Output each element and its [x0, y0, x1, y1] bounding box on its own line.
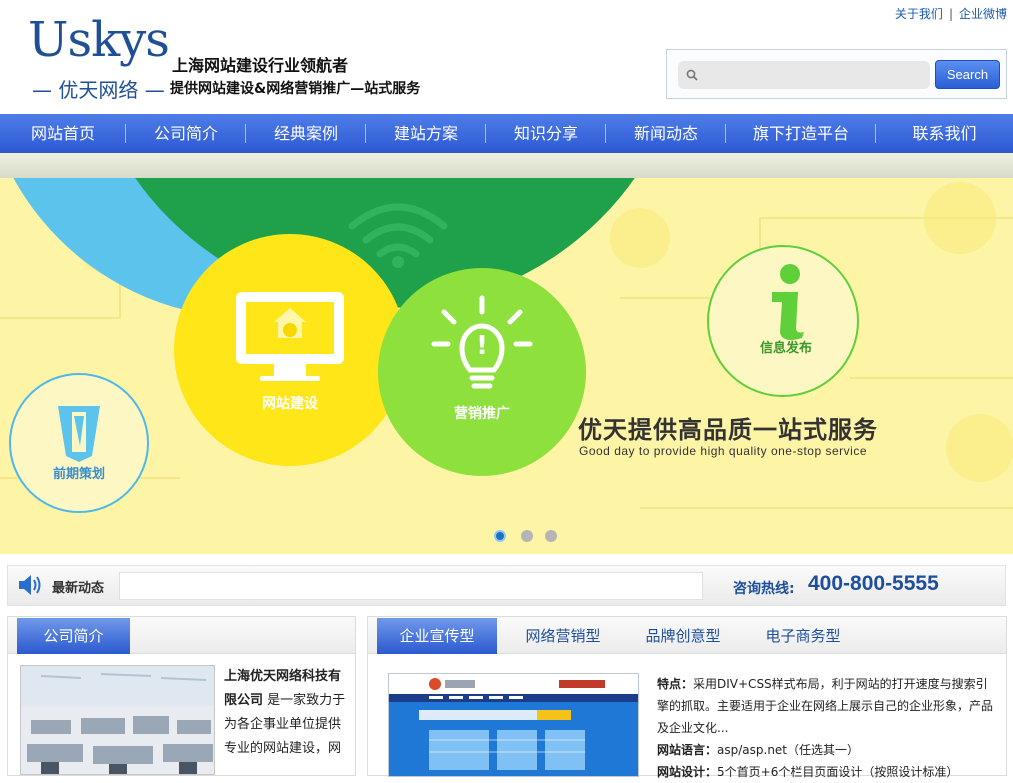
design-row: 网站设计：5个首页+6个栏目页面设计（按照设计标准） [657, 761, 997, 783]
language-text: asp/asp.net（任选其一） [717, 743, 860, 757]
header: Uskys — 优天网络 — 上海网站建设行业领航者 提供网站建设&网络营销推广… [0, 0, 1013, 114]
search-box: Search [666, 49, 1007, 99]
news-ticker[interactable] [119, 572, 703, 600]
case-types-header: 企业宣传型 网络营销型 品牌创意型 电子商务型 [368, 617, 1006, 654]
nav-item-solutions[interactable]: 建站方案 [366, 114, 486, 153]
hotline-label: 咨询热线: [733, 581, 795, 597]
nav-item-platforms[interactable]: 旗下打造平台 [726, 114, 876, 153]
company-intro-panel: 公司简介 上海优天网络科技有限公司 是一家致力于为各企事业单位提供专业的网站建设… [7, 616, 356, 776]
company-weibo-link[interactable]: 企业微博 [959, 7, 1007, 21]
hero-banner[interactable]: 前期策划 网站建设 ! 营销推广 信息发布 优天提供高品质一站式服务 Good … [0, 178, 1013, 554]
link-separator: | [948, 7, 953, 21]
hotline-number: 400-800-5555 [808, 572, 939, 595]
nav-item-company[interactable]: 公司简介 [126, 114, 246, 153]
case-description: 特点：采用DIV+CSS样式布局，利于网站的打开速度与搜索引擎的抓取。主要适用于… [657, 673, 997, 783]
tab-brand-creative[interactable]: 品牌创意型 [627, 618, 739, 654]
nav-item-home[interactable]: 网站首页 [0, 114, 126, 153]
planning-circle[interactable]: 前期策划 [8, 372, 150, 514]
slide-dot-2[interactable] [521, 530, 533, 542]
speaker-icon [19, 575, 41, 595]
latest-news-label: 最新动态 [52, 581, 105, 596]
about-us-link[interactable]: 关于我们 [895, 7, 943, 21]
feature-label: 特点： [657, 677, 694, 691]
news-bar: 最新动态 咨询热线: 400-800-5555 [7, 565, 1006, 606]
search-icon [686, 69, 698, 81]
office-photo [20, 665, 215, 775]
slide-dot-1[interactable] [494, 530, 506, 542]
search-input[interactable] [678, 61, 930, 89]
feature-row: 特点：采用DIV+CSS样式布局，利于网站的打开速度与搜索引擎的抓取。主要适用于… [657, 673, 997, 739]
nav-subbar [0, 153, 1013, 178]
banner-subline: Good day to provide high quality one-sto… [579, 444, 867, 458]
design-text: 5个首页+6个栏目页面设计（按照设计标准） [717, 765, 959, 779]
search-button[interactable]: Search [935, 60, 1000, 89]
feature-text: 采用DIV+CSS样式布局，利于网站的打开速度与搜索引擎的抓取。主要适用于企业在… [657, 677, 994, 735]
info-publish-circle[interactable]: 信息发布 [706, 244, 860, 398]
tab-company-intro[interactable]: 公司简介 [17, 618, 130, 654]
nav-item-knowledge[interactable]: 知识分享 [486, 114, 606, 153]
company-intro-header: 公司简介 [8, 617, 355, 654]
tagline-secondary: 提供网站建设&网络营销推广—站式服务 [170, 81, 421, 97]
company-intro-text: 上海优天网络科技有限公司 是一家致力于为各企事业单位提供专业的网站建设，网 [224, 665, 350, 761]
banner-headline: 优天提供高品质一站式服务 [578, 416, 878, 444]
tagline-primary: 上海网站建设行业领航者 [172, 56, 349, 75]
tab-online-marketing[interactable]: 网络营销型 [507, 618, 619, 654]
case-types-panel: 企业宣传型 网络营销型 品牌创意型 电子商务型 特点：采用DIV+CSS样式布局… [367, 616, 1007, 779]
nav-item-news[interactable]: 新闻动态 [606, 114, 726, 153]
nav-item-cases[interactable]: 经典案例 [246, 114, 366, 153]
logo-text[interactable]: Uskys [28, 12, 170, 68]
main-nav: 网站首页 公司简介 经典案例 建站方案 知识分享 新闻动态 旗下打造平台 联系我… [0, 114, 1013, 153]
language-row: 网站语言：asp/asp.net（任选其一） [657, 739, 997, 761]
nav-item-contact[interactable]: 联系我们 [876, 114, 1013, 153]
website-build-label: 网站建设 [262, 395, 319, 412]
tab-ecommerce[interactable]: 电子商务型 [747, 618, 859, 654]
case-screenshot[interactable] [388, 673, 639, 777]
marketing-label: 营销推广 [454, 405, 510, 422]
svg-text:!: ! [476, 331, 488, 361]
info-publish-label: 信息发布 [760, 340, 812, 356]
language-label: 网站语言： [657, 743, 718, 757]
website-build-circle[interactable]: 网站建设 [174, 234, 406, 466]
planning-label: 前期策划 [53, 466, 105, 482]
top-links: 关于我们 | 企业微博 [895, 5, 1007, 22]
marketing-circle[interactable]: ! 营销推广 [378, 268, 586, 476]
slide-dot-3[interactable] [545, 530, 557, 542]
tab-enterprise-promo[interactable]: 企业宣传型 [377, 618, 497, 654]
design-label: 网站设计： [657, 765, 718, 779]
logo-subtitle: — 优天网络 — [32, 78, 165, 102]
